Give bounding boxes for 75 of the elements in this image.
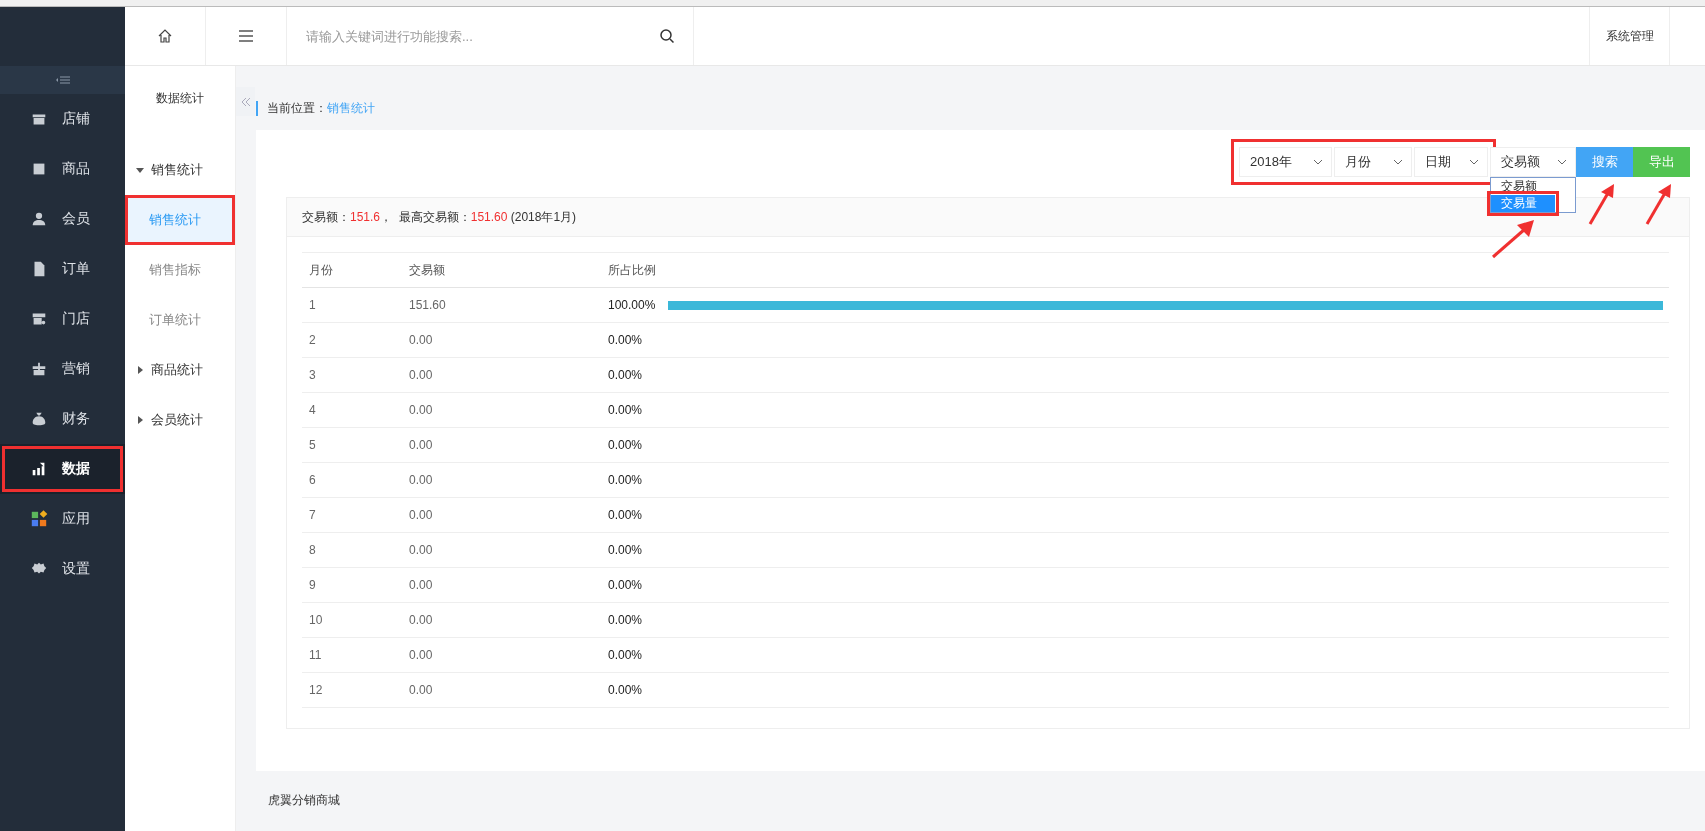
submenu-group[interactable]: 销售统计 <box>125 145 235 195</box>
submenu-item[interactable]: 销售指标 <box>125 245 235 295</box>
app-grid-icon <box>30 510 48 528</box>
chevron-down-icon <box>1557 159 1567 165</box>
submenu-group[interactable]: 商品统计 <box>125 345 235 395</box>
table-cell-text: 6 <box>308 473 317 487</box>
table-cell-text: 0.00% <box>607 578 644 592</box>
table-cell-text: 7 <box>308 508 317 522</box>
column-header: 月份 <box>308 261 334 279</box>
sidebar-item[interactable]: 设置 <box>0 544 125 594</box>
table-cell-text: 11 <box>308 648 323 662</box>
table-cell-text: 0.00 <box>408 578 434 592</box>
search-icon[interactable] <box>659 28 675 44</box>
home-icon <box>157 28 173 44</box>
table-cell-text: 0.00 <box>408 683 434 697</box>
caret-icon <box>136 166 144 174</box>
sidebar-item[interactable]: 店铺 <box>0 94 125 144</box>
table-cell-text: 0.00% <box>607 333 644 347</box>
table-cell-text: 0.00 <box>408 403 434 417</box>
sidebar-item[interactable]: 财务 <box>0 394 125 444</box>
chevron-down-icon <box>1469 159 1479 165</box>
submenu-group[interactable]: 会员统计 <box>125 395 235 445</box>
table-cell-text: 0.00 <box>408 613 434 627</box>
table-cell-text: 0.00 <box>408 473 434 487</box>
sidebar-item[interactable]: 门店 <box>0 294 125 344</box>
table-cell-text: 0.00% <box>607 403 644 417</box>
double-chevron-icon <box>240 96 251 107</box>
table-cell-text: 0.00 <box>408 368 434 382</box>
table-cell-text: 151.60 <box>408 298 447 312</box>
sidebar-item[interactable]: 应用 <box>0 494 125 544</box>
sidebar-item[interactable]: 数据 <box>0 444 125 494</box>
system-menu[interactable]: 系统管理 <box>1589 7 1670 65</box>
table-cell-text: 5 <box>308 438 317 452</box>
column-header: 所占比例 <box>607 261 657 279</box>
sidebar-item[interactable]: 商品 <box>0 144 125 194</box>
table-cell-text: 9 <box>308 578 317 592</box>
table-cell-text: 0.00% <box>607 368 644 382</box>
table-cell-text: 1 <box>308 298 317 312</box>
table-cell-text: 3 <box>308 368 317 382</box>
sidebar-item[interactable]: 订单 <box>0 244 125 294</box>
column-header: 交易额 <box>408 261 446 279</box>
table-cell-text: 0.00% <box>607 613 644 627</box>
table-cell-text: 2 <box>308 333 317 347</box>
table-cell-text: 12 <box>308 683 324 697</box>
breadcrumb: 当前位置：销售统计 <box>256 101 375 116</box>
caret-icon <box>136 366 144 374</box>
table-cell-text: 4 <box>308 403 317 417</box>
table-cell-text: 0.00% <box>607 473 644 487</box>
table-cell-text: 8 <box>308 543 317 557</box>
footer-text: 虎翼分销商城 <box>267 791 340 809</box>
table-cell-text: 0.00 <box>408 438 434 452</box>
table-cell-text: 100.00% <box>607 298 657 312</box>
submenu-title: 数据统计 <box>155 89 205 107</box>
select-field[interactable]: 月份 <box>1334 147 1412 177</box>
chevron-down-icon <box>1313 159 1323 165</box>
table-cell-text: 0.00 <box>408 648 434 662</box>
table-cell-text: 0.00 <box>408 543 434 557</box>
table-cell-text: 0.00% <box>607 683 644 697</box>
sidebar-item[interactable]: 会员 <box>0 194 125 244</box>
select-field[interactable]: 交易额 <box>1490 147 1576 177</box>
table-cell-text: 0.00% <box>607 648 644 662</box>
table-cell-text: 10 <box>308 613 324 627</box>
table-cell-text: 0.00 <box>408 333 434 347</box>
table-cell-text: 0.00% <box>607 508 644 522</box>
collapse-button[interactable] <box>236 87 255 116</box>
caret-icon <box>136 416 144 424</box>
select-field[interactable]: 2018年 <box>1239 147 1332 177</box>
select-field[interactable]: 日期 <box>1414 147 1488 177</box>
table-cell-text: 0.00% <box>607 438 644 452</box>
sidebar-item[interactable]: 营销 <box>0 344 125 394</box>
collapse-menu-icon[interactable] <box>55 75 70 85</box>
chevron-down-icon <box>1393 159 1403 165</box>
submenu-item[interactable]: 订单统计 <box>125 295 235 345</box>
table-cell-text: 0.00 <box>408 508 434 522</box>
table-cell-text: 0.00% <box>607 543 644 557</box>
